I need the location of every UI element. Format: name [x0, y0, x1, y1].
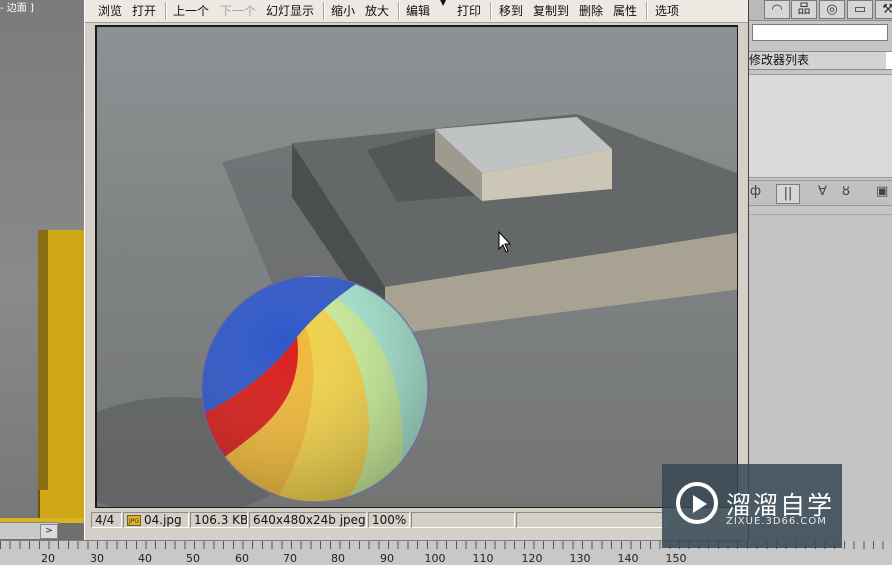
zoom-out-button[interactable]: 缩小: [331, 3, 355, 19]
show-end-result-icon[interactable]: ||: [776, 184, 800, 204]
ruler-tick-label: 130: [569, 552, 591, 565]
modifier-list-label: 修改器列表: [749, 53, 810, 67]
watermark-url: ZIXUE.3D66.COM: [726, 516, 827, 527]
open-button[interactable]: 打开: [132, 3, 156, 19]
tab-display-icon[interactable]: ▭: [847, 0, 873, 19]
viewer-statusbar: 4/4 JPG 04.jpg 106.3 KB 640x480x24b jpeg …: [91, 510, 748, 530]
toolbar-separator: [398, 2, 400, 20]
properties-button[interactable]: 属性: [613, 3, 637, 19]
tab-modify-icon[interactable]: ◠: [764, 0, 790, 19]
viewer-toolbar: 浏览 打开 上一个 下一个 幻灯显示 缩小 放大 编辑 ▼ 打印 移到 复制到 …: [85, 0, 748, 23]
ruler-tick-label: 50: [186, 552, 200, 565]
ruler-tick-label: 40: [138, 552, 152, 565]
modifier-color-swatch[interactable]: [886, 52, 892, 69]
file-name: 04.jpg: [144, 513, 182, 527]
ruler-tick-label: 150: [665, 552, 687, 565]
ruler-tick-label: 20: [41, 552, 55, 565]
play-logo-icon: [676, 482, 718, 524]
ruler-tick-label: 120: [521, 552, 543, 565]
print-button[interactable]: 打印: [457, 3, 481, 19]
zoom-in-button[interactable]: 放大: [365, 3, 389, 19]
command-panel: ◠ 品 ◎ ▭ ⚒ 修改器列表 ф || ∀ ȣ ▣: [747, 0, 892, 541]
ruler-tick-label: 100: [424, 552, 446, 565]
play-triangle-icon: [693, 495, 707, 513]
edit-dropdown-arrow-icon[interactable]: ▼: [440, 0, 446, 7]
remove-modifier-icon[interactable]: ȣ: [842, 184, 850, 199]
browse-button[interactable]: 浏览: [98, 3, 122, 19]
stack-tool-row: ф || ∀ ȣ ▣: [748, 180, 892, 206]
zoom-level: 100%: [368, 512, 410, 528]
toolbar-separator: [646, 2, 648, 20]
pin-stack-icon[interactable]: ф: [750, 184, 761, 199]
ruler-tick-label: 60: [235, 552, 249, 565]
slideshow-button[interactable]: 幻灯显示: [266, 3, 314, 19]
previous-button[interactable]: 上一个: [173, 3, 209, 19]
ruler-tick-label: 140: [617, 552, 639, 565]
object-name-field[interactable]: [752, 24, 888, 41]
file-name-cell: JPG 04.jpg: [123, 512, 189, 528]
jpg-file-icon: JPG: [127, 515, 141, 526]
move-to-button[interactable]: 移到: [499, 3, 523, 19]
status-empty-cell: [411, 512, 515, 528]
delete-button[interactable]: 删除: [579, 3, 603, 19]
modifier-stack[interactable]: [748, 74, 892, 178]
options-button[interactable]: 选项: [655, 3, 679, 19]
tab-utilities-icon[interactable]: ⚒: [875, 0, 892, 19]
next-button[interactable]: 下一个: [220, 3, 256, 19]
image-viewer-window: 浏览 打开 上一个 下一个 幻灯显示 缩小 放大 编辑 ▼ 打印 移到 复制到 …: [84, 0, 749, 540]
file-size: 106.3 KB: [190, 512, 248, 528]
render-scene: [97, 27, 737, 507]
scroll-right-arrow-icon[interactable]: >: [40, 524, 58, 539]
ruler-tick-label: 80: [331, 552, 345, 565]
image-display-frame: [95, 25, 738, 508]
watermark-badge: 溜溜自学 ZIXUE.3D66.COM: [662, 464, 842, 548]
ruler-tick-label: 70: [283, 552, 297, 565]
ruler-tick-label: 110: [472, 552, 494, 565]
rendered-image[interactable]: [97, 27, 737, 507]
edit-button[interactable]: 编辑: [406, 3, 430, 19]
toolbar-separator: [165, 2, 167, 20]
ruler-tick-label: 90: [380, 552, 394, 565]
image-index: 4/4: [91, 512, 122, 528]
command-panel-tabs: ◠ 品 ◎ ▭ ⚒: [748, 0, 892, 21]
ruler-tick-label: 30: [90, 552, 104, 565]
status-empty-cell: [516, 512, 666, 528]
toolbar-separator: [490, 2, 492, 20]
max-viewport-left[interactable]: - 边面 ]: [0, 0, 88, 523]
modifier-list-dropdown[interactable]: 修改器列表: [748, 51, 892, 70]
tab-motion-icon[interactable]: ◎: [819, 0, 845, 19]
viewport-shading-label[interactable]: - 边面 ]: [0, 0, 34, 14]
image-dimensions: 640x480x24b jpeg: [249, 512, 367, 528]
yellow-object-side: [38, 230, 48, 490]
toolbar-separator: [323, 2, 325, 20]
configure-modifier-sets-icon[interactable]: ▣: [876, 184, 888, 199]
make-unique-icon[interactable]: ∀: [818, 184, 827, 199]
tab-hierarchy-icon[interactable]: 品: [791, 0, 817, 19]
copy-to-button[interactable]: 复制到: [533, 3, 569, 19]
